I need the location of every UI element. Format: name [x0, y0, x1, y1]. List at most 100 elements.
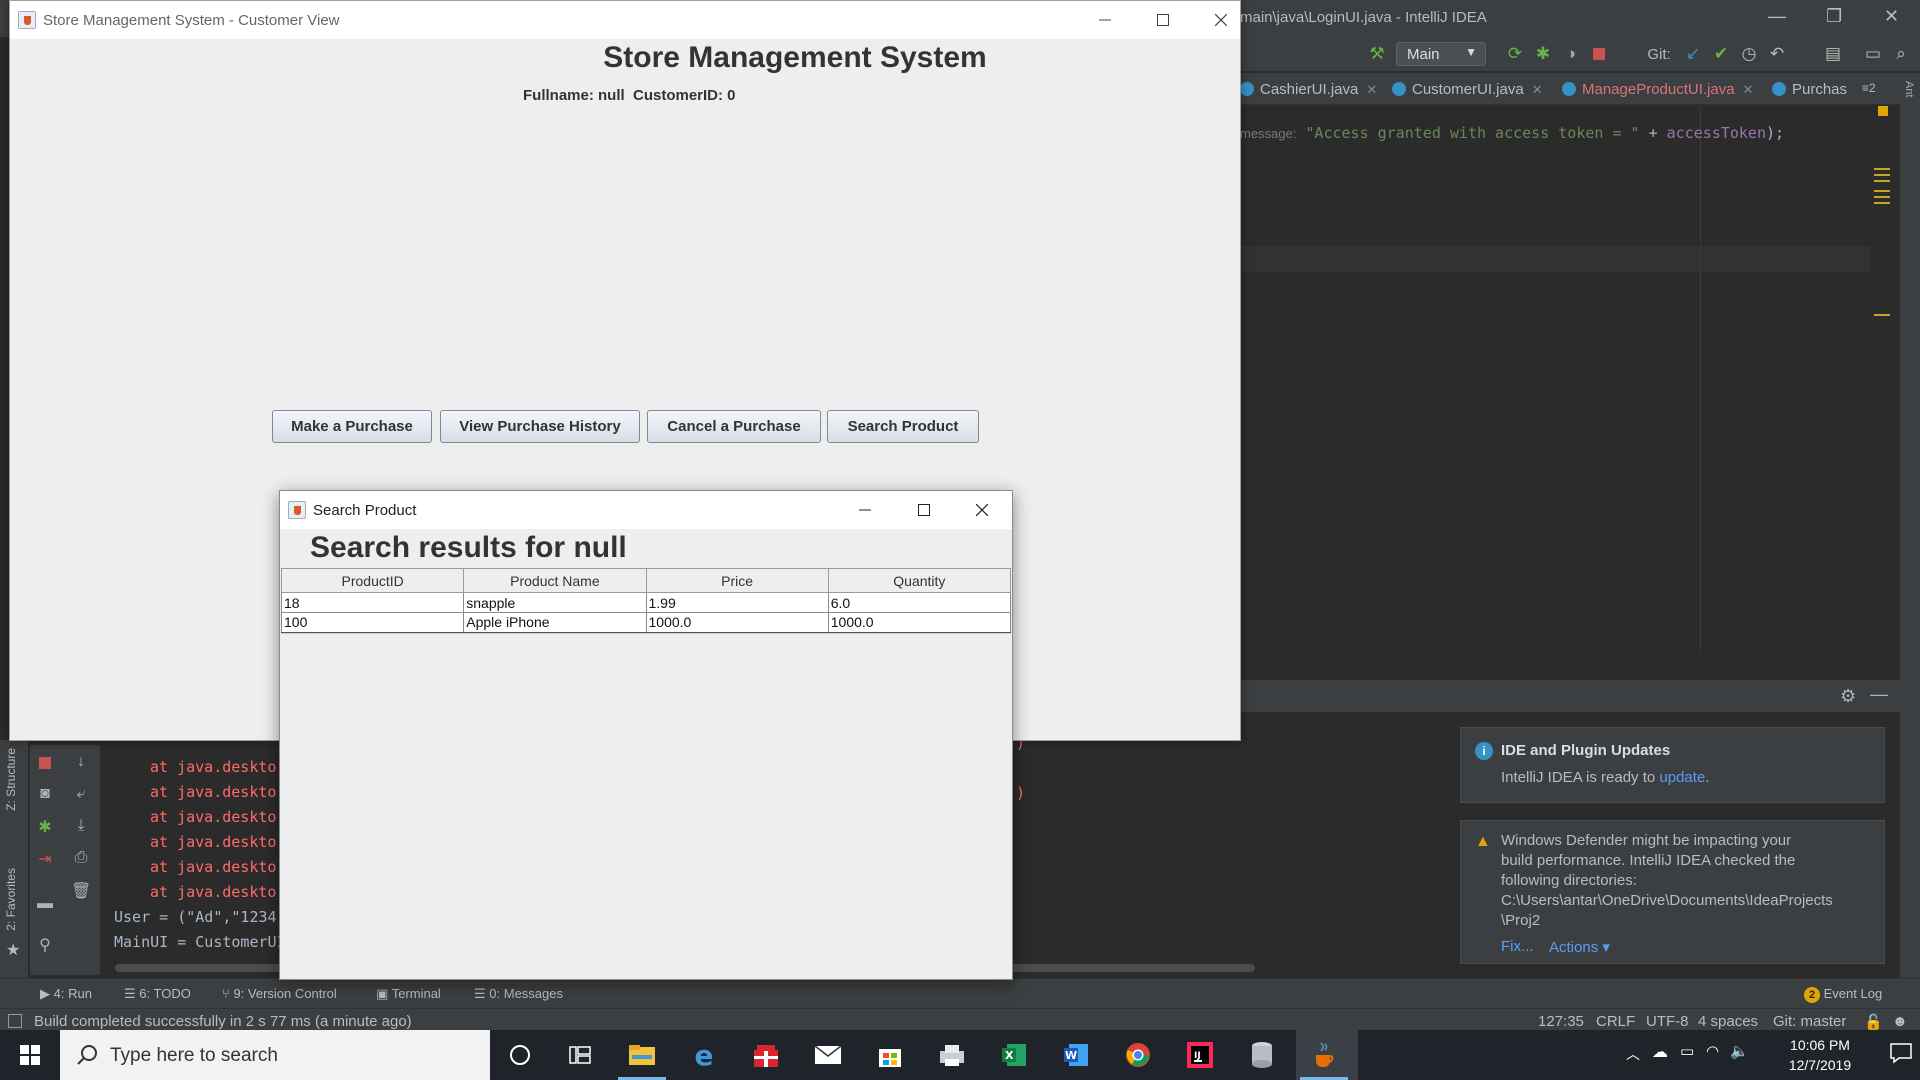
close-icon[interactable]: ✕ — [1366, 82, 1377, 97]
hide-panel-icon[interactable]: — — [1870, 684, 1888, 705]
search-everywhere-icon[interactable]: ⌕ — [1890, 43, 1912, 65]
git-branch[interactable]: Git: master — [1773, 1013, 1846, 1030]
cell-productid[interactable]: 100 — [280, 612, 465, 634]
fix-link[interactable]: Fix... — [1501, 938, 1534, 955]
store-icon[interactable] — [874, 1039, 906, 1071]
tab-todo[interactable]: ☰ 6: TODO — [124, 986, 191, 1002]
column-header-productid[interactable]: ProductID — [280, 568, 465, 593]
notification-center-icon[interactable] — [1890, 1042, 1912, 1068]
cell-price[interactable]: 1000.0 — [645, 612, 829, 634]
trash-icon[interactable]: 🗑 — [71, 881, 91, 901]
print-icon[interactable]: ⎙ — [71, 849, 91, 869]
scroll-to-end-icon[interactable]: ⤓ — [71, 817, 91, 837]
panel-toggle-icon[interactable] — [8, 1014, 22, 1028]
wifi-icon[interactable]: ◠ — [1706, 1042, 1719, 1060]
cancel-purchase-button[interactable]: Cancel a Purchase — [647, 410, 821, 443]
search-product-button[interactable]: Search Product — [827, 410, 979, 443]
column-header-quantity[interactable]: Quantity — [827, 568, 1012, 593]
git-update-icon[interactable]: ↙ — [1682, 43, 1704, 65]
column-header-price[interactable]: Price — [645, 568, 829, 593]
make-purchase-button[interactable]: Make a Purchase — [272, 410, 432, 443]
update-link[interactable]: update — [1659, 769, 1705, 786]
cell-productid[interactable]: 18 — [280, 592, 465, 613]
camera-icon[interactable]: ◙ — [35, 785, 55, 805]
taskbar-clock[interactable]: 10:06 PM 12/7/2019 — [1760, 1035, 1880, 1075]
battery-icon[interactable]: ▭ — [1680, 1042, 1694, 1060]
task-view-icon[interactable] — [564, 1039, 596, 1071]
edge-browser-icon[interactable]: e — [688, 1039, 720, 1072]
java-app-taskbar-icon[interactable] — [1300, 1039, 1348, 1080]
cell-product-name[interactable]: snapple — [463, 592, 647, 613]
minimize-icon[interactable] — [836, 491, 894, 529]
cell-quantity[interactable]: 1000.0 — [827, 612, 1012, 634]
stop-icon[interactable] — [1588, 43, 1610, 65]
history-clock-icon[interactable]: ◷ — [1738, 43, 1760, 65]
chevron-up-icon[interactable]: ︿ — [1626, 1044, 1640, 1064]
indent-setting[interactable]: 4 spaces — [1698, 1013, 1758, 1030]
line-separator[interactable]: CRLF — [1596, 1013, 1635, 1030]
close-icon[interactable]: ✕ — [1532, 82, 1543, 97]
ide-close-icon[interactable]: ✕ — [1884, 6, 1899, 27]
inspector-icon[interactable]: ☻ — [1892, 1013, 1908, 1030]
ide-minimize-icon[interactable]: — — [1768, 6, 1786, 27]
lock-icon[interactable]: 🔓 — [1864, 1013, 1883, 1031]
debug-icon[interactable]: ✱ — [35, 817, 55, 837]
close-icon[interactable] — [953, 491, 1011, 529]
ant-tool-tab[interactable]: Ant — [1903, 81, 1915, 98]
word-icon[interactable]: W — [1060, 1039, 1092, 1071]
intellij-icon[interactable]: IJ — [1184, 1039, 1216, 1071]
printer-app-icon[interactable] — [936, 1039, 968, 1071]
gift-app-icon[interactable] — [750, 1039, 782, 1071]
maximize-icon[interactable] — [1134, 1, 1192, 39]
exit-icon[interactable]: ⇥ — [35, 849, 55, 869]
project-structure-icon[interactable]: ▤ — [1822, 43, 1844, 65]
database-icon[interactable] — [1246, 1039, 1278, 1071]
taskbar-search-box[interactable]: Type here to search — [60, 1030, 490, 1080]
view-purchase-history-button[interactable]: View Purchase History — [440, 410, 640, 443]
onedrive-cloud-icon[interactable]: ☁ — [1652, 1042, 1668, 1062]
table-row[interactable]: 100 Apple iPhone 1000.0 1000.0 — [280, 612, 1012, 634]
stop-icon[interactable] — [35, 753, 55, 773]
actions-dropdown[interactable]: Actions ▾ — [1549, 938, 1610, 956]
pin-icon[interactable]: ⚲ — [35, 935, 55, 955]
excel-icon[interactable]: X — [998, 1039, 1030, 1071]
close-icon[interactable] — [1192, 1, 1250, 39]
layout-icon[interactable]: ▬ — [35, 895, 55, 915]
maximize-icon[interactable] — [895, 491, 953, 529]
code-editor[interactable]: message: "Access granted with access tok… — [1240, 106, 1880, 676]
mail-icon[interactable] — [812, 1039, 844, 1071]
cell-quantity[interactable]: 6.0 — [827, 592, 1012, 613]
volume-icon[interactable]: 🔈 — [1730, 1042, 1749, 1060]
cortana-icon[interactable] — [504, 1039, 536, 1071]
cell-price[interactable]: 1.99 — [645, 592, 829, 613]
structure-tool-tab[interactable]: Z: Structure — [4, 748, 18, 811]
tab-version-control[interactable]: ⑂ 9: Version Control — [222, 986, 337, 1001]
tab-messages[interactable]: ☰ 0: Messages — [474, 986, 563, 1002]
tab-purchase[interactable]: Purchas — [1772, 81, 1847, 98]
favorites-tool-tab[interactable]: 2: Favorites — [4, 868, 18, 931]
tab-manageproductui[interactable]: ManageProductUI.java ✕ — [1562, 81, 1754, 98]
git-commit-check-icon[interactable]: ✔ — [1710, 43, 1732, 65]
tab-terminal[interactable]: ▣ Terminal — [376, 986, 441, 1002]
caret-position[interactable]: 127:35 — [1538, 1013, 1584, 1030]
warning-marker-icon[interactable] — [1878, 106, 1888, 116]
revert-icon[interactable]: ↶ — [1766, 43, 1788, 65]
tab-cashierui[interactable]: CashierUI.java ✕ — [1240, 81, 1377, 98]
tab-run[interactable]: ▶ 4: Run — [40, 986, 92, 1002]
event-log-button[interactable]: 2 Event Log — [1804, 986, 1882, 1003]
soft-wrap-icon[interactable]: ⤶ — [71, 785, 91, 805]
table-row[interactable]: 18 snapple 1.99 6.0 — [280, 592, 1012, 613]
ide-restore-icon[interactable]: ❐ — [1826, 6, 1842, 27]
start-button[interactable] — [0, 1030, 60, 1080]
column-header-product-name[interactable]: Product Name — [463, 568, 647, 593]
arrow-down-icon[interactable]: ↓ — [71, 753, 91, 773]
gear-icon[interactable]: ⚙ — [1840, 686, 1856, 707]
layout-icon[interactable]: ▭ — [1862, 43, 1884, 65]
tab-customerui[interactable]: CustomerUI.java ✕ — [1392, 81, 1543, 98]
file-encoding[interactable]: UTF-8 — [1646, 1013, 1689, 1030]
cell-product-name[interactable]: Apple iPhone — [463, 612, 647, 634]
file-explorer-icon[interactable] — [618, 1039, 666, 1080]
close-icon[interactable]: ✕ — [1743, 82, 1754, 97]
tabs-overflow-button[interactable]: ≡2 — [1862, 81, 1876, 95]
chrome-icon[interactable] — [1122, 1039, 1154, 1071]
